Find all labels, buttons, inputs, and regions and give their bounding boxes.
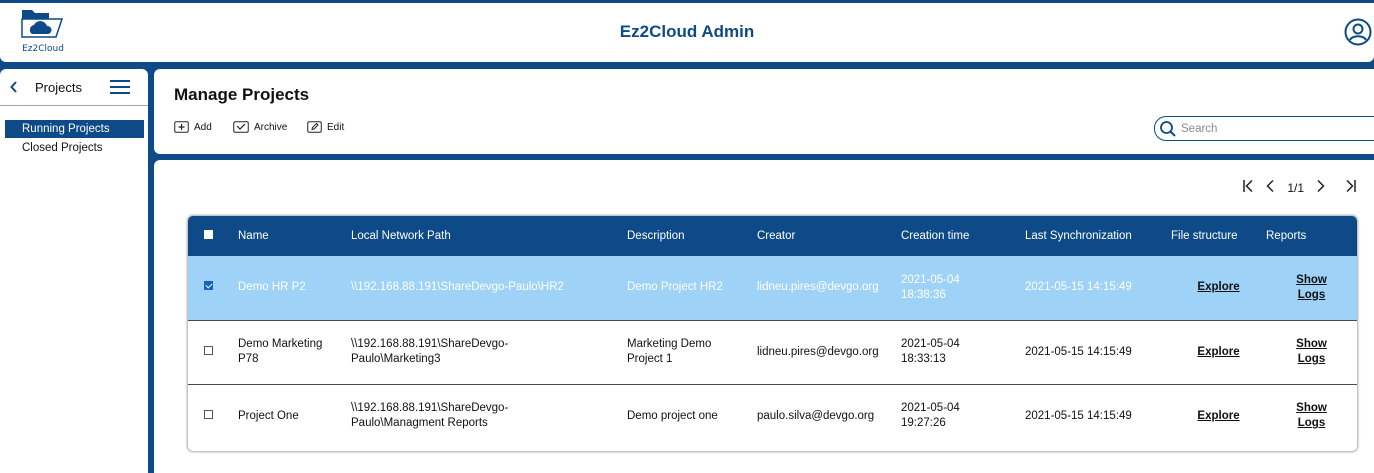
row-select-cell[interactable] (188, 256, 238, 320)
column-header-description[interactable]: Description (627, 216, 757, 256)
column-header-creation-time[interactable]: Creation time (901, 216, 1025, 256)
show-logs-link[interactable]: Show Logs (1266, 384, 1357, 448)
explore-link-text[interactable]: Explore (1197, 346, 1239, 358)
cell-name: Demo Marketing P78 (238, 338, 323, 365)
show-logs-link[interactable]: Show Logs (1266, 320, 1357, 384)
explore-link-text[interactable]: Explore (1197, 281, 1239, 293)
cell-creation-time: 2021-05-04 18:38:36 (901, 273, 960, 301)
row-checkbox[interactable] (204, 409, 213, 419)
user-circle-icon[interactable] (1344, 18, 1372, 46)
add-label: Add (194, 121, 212, 133)
column-header-path[interactable]: Local Network Path (351, 216, 627, 256)
archive-label: Archive (254, 121, 288, 133)
cell-creator: paulo.silva@devgo.org (757, 409, 875, 422)
show-logs-link-text[interactable]: Show Logs (1296, 338, 1327, 365)
sidebar-header: Projects (0, 69, 148, 106)
edit-icon (307, 121, 322, 133)
cell-last-sync: 2021-05-15 14:15:49 (1025, 409, 1132, 422)
sidebar-item-running-projects[interactable]: Running Projects (5, 120, 144, 138)
column-header-reports[interactable]: Reports (1266, 216, 1357, 256)
add-icon (174, 121, 189, 133)
cell-last-sync: 2021-05-15 14:15:49 (1025, 281, 1132, 294)
column-header-last-sync[interactable]: Last Synchronization (1025, 216, 1171, 256)
cell-description: Marketing Demo Project 1 (627, 338, 712, 365)
cell-path: \\192.168.88.191\ShareDevgo- Paulo\Marke… (351, 338, 509, 365)
add-button[interactable]: Add (174, 121, 212, 133)
cell-creation-time: 2021-05-04 18:33:13 (901, 338, 960, 365)
cell-description: Demo Project HR2 (627, 281, 723, 294)
page-indicator: 1/1 (1287, 181, 1304, 195)
cell-name: Project One (238, 409, 299, 422)
previous-page-icon[interactable] (1259, 179, 1281, 197)
row-checkbox[interactable] (204, 281, 213, 291)
show-logs-link-text[interactable]: Show Logs (1296, 402, 1327, 429)
row-select-cell[interactable] (188, 320, 238, 384)
pagination: 1/1 (1237, 179, 1362, 197)
manage-projects-panel: Manage Projects Add Archive Edit (154, 69, 1374, 154)
projects-table: Name Local Network Path Description Crea… (188, 216, 1357, 451)
table-row[interactable]: Demo HR P2 \\192.168.88.191\ShareDevgo-Pa… (188, 256, 1357, 320)
cell-path: \\192.168.88.191\ShareDevgo- Paulo\Manag… (351, 402, 509, 430)
search-input[interactable] (1181, 122, 1361, 135)
show-logs-link[interactable]: Show Logs (1266, 256, 1357, 320)
page-title: Manage Projects (174, 85, 310, 104)
sidebar: Projects Running Projects Closed Project… (0, 69, 148, 473)
edit-label: Edit (327, 121, 345, 133)
search-icon (1160, 120, 1176, 137)
cell-creator: lidneu.pires@devgo.org (757, 281, 879, 294)
row-select-cell[interactable] (188, 384, 238, 448)
projects-content-panel: 1/1 Name Local Network Path Description … (154, 160, 1374, 473)
app-title: Ez2Cloud Admin (619, 22, 755, 41)
cell-creator: lidneu.pires@devgo.org (757, 345, 879, 358)
column-header-file-structure[interactable]: File structure (1171, 216, 1266, 256)
last-page-icon[interactable] (1340, 179, 1362, 197)
search-box[interactable] (1154, 116, 1374, 141)
explore-link-text[interactable]: Explore (1197, 410, 1239, 422)
cell-name: Demo HR P2 (238, 281, 306, 294)
row-checkbox[interactable] (204, 345, 213, 355)
explore-link[interactable]: Explore (1171, 320, 1266, 384)
table-header-row: Name Local Network Path Description Crea… (188, 216, 1357, 256)
next-page-icon[interactable] (1310, 179, 1332, 197)
explore-link[interactable]: Explore (1171, 384, 1266, 448)
cell-path: \\192.168.88.191\ShareDevgo-Paulo\HR2 (351, 281, 564, 294)
table-row[interactable]: Demo Marketing P78 \\192.168.88.191\Share… (188, 320, 1357, 384)
app-header: Ez2Cloud Ez2Cloud Admin (0, 0, 1374, 62)
cell-creation-time: 2021-05-04 19:27:26 (901, 402, 960, 430)
first-page-icon[interactable] (1237, 179, 1259, 197)
explore-link[interactable]: Explore (1171, 256, 1266, 320)
chevron-left-icon[interactable] (10, 80, 18, 96)
cell-description: Demo project one (627, 409, 718, 422)
column-header-creator[interactable]: Creator (757, 216, 901, 256)
show-logs-link-text[interactable]: Show Logs (1296, 274, 1327, 301)
sidebar-title: Projects (35, 80, 82, 95)
logo-text: Ez2Cloud (22, 44, 64, 54)
cell-last-sync: 2021-05-15 14:15:49 (1025, 345, 1132, 358)
archive-icon (233, 121, 249, 133)
sidebar-item-closed-projects[interactable]: Closed Projects (5, 138, 144, 158)
select-all-cell[interactable] (188, 216, 238, 256)
table-row[interactable]: Project One \\192.168.88.191\ShareDevgo- … (188, 384, 1357, 448)
hamburger-menu-icon[interactable] (110, 80, 130, 94)
select-all-checkbox[interactable] (204, 230, 213, 239)
archive-button[interactable]: Archive (233, 121, 287, 133)
edit-button[interactable]: Edit (307, 121, 344, 133)
column-header-name[interactable]: Name (238, 216, 351, 256)
